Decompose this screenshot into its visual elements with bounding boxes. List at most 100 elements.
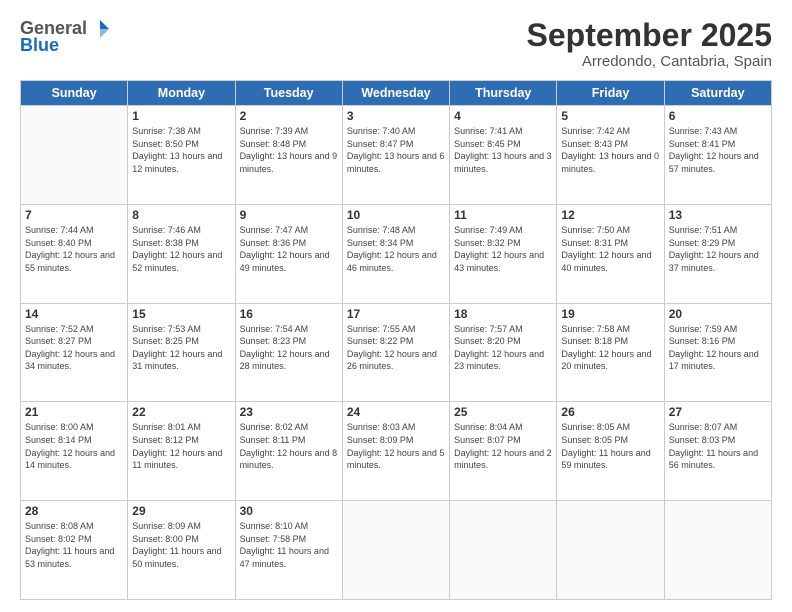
table-row: 8 Sunrise: 7:46 AM Sunset: 8:38 PM Daylight… [128,204,235,303]
day-number: 10 [347,208,445,222]
daylight-text: Daylight: 12 hours and 37 minutes. [669,250,759,273]
day-number: 8 [132,208,230,222]
table-row: 19Sunrise: 7:58 AMSunset: 8:18 PMDayligh… [557,303,664,402]
daylight-text: Daylight: 13 hours and 9 minutes. [240,151,338,174]
sunset-text: Sunset: 8:25 PM [132,336,199,346]
day-number: 30 [240,504,338,518]
day-info: Sunrise: 7:47 AMSunset: 8:36 PMDaylight:… [240,224,338,274]
daylight-text: Daylight: 12 hours and 26 minutes. [347,349,437,372]
table-row: 1Sunrise: 7:38 AMSunset: 8:50 PMDaylight… [128,106,235,205]
calendar-week-row: 28Sunrise: 8:08 AMSunset: 8:02 PMDayligh… [21,501,772,600]
day-number: 22 [132,405,230,419]
day-number: 29 [132,504,230,518]
day-info: Sunrise: 7:40 AMSunset: 8:47 PMDaylight:… [347,125,445,175]
day-number: 24 [347,405,445,419]
sunset-text: Sunset: 8:11 PM [240,435,306,445]
sunset-text: Sunset: 8:41 PM [669,139,736,149]
daylight-text: Daylight: 11 hours and 56 minutes. [669,448,758,471]
sunrise-text: Sunrise: 8:02 AM [240,422,309,432]
calendar-table: Sunday Monday Tuesday Wednesday Thursday… [20,80,772,600]
sunset-text: Sunset: 8:20 PM [454,336,521,346]
daylight-text: Daylight: 12 hours and 46 minutes. [347,250,437,273]
daylight-text: Daylight: 12 hours and 55 minutes. [25,250,115,273]
sunset-text: Sunset: 8:31 PM [561,238,628,248]
day-info: Sunrise: 8:03 AMSunset: 8:09 PMDaylight:… [347,421,445,471]
sunrise-text: Sunrise: 8:05 AM [561,422,630,432]
sunset-text: Sunset: 8:14 PM [25,435,92,445]
weekday-header-row: Sunday Monday Tuesday Wednesday Thursday… [21,81,772,106]
sunrise-text: Sunrise: 7:47 AM [240,225,309,235]
day-info: Sunrise: 8:07 AMSunset: 8:03 PMDaylight:… [669,421,767,471]
calendar-week-row: 7Sunrise: 7:44 AMSunset: 8:40 PMDaylight… [21,204,772,303]
daylight-text: Daylight: 12 hours and 31 minutes. [132,349,222,372]
sunrise-text: Sunrise: 7:42 AM [561,126,630,136]
day-info: Sunrise: 7:51 AMSunset: 8:29 PMDaylight:… [669,224,767,274]
sunrise-text: Sunrise: 7:52 AM [25,324,94,334]
sunset-text: Sunset: 8:16 PM [669,336,736,346]
day-number: 4 [454,109,552,123]
sunrise-text: Sunrise: 8:03 AM [347,422,416,432]
table-row: 22Sunrise: 8:01 AMSunset: 8:12 PMDayligh… [128,402,235,501]
table-row: 17Sunrise: 7:55 AMSunset: 8:22 PMDayligh… [342,303,449,402]
day-info: Sunrise: 7:48 AMSunset: 8:34 PMDaylight:… [347,224,445,274]
day-info: Sunrise: 7:46 AM Sunset: 8:38 PM Daylight:… [132,224,230,274]
table-row: 13Sunrise: 7:51 AMSunset: 8:29 PMDayligh… [664,204,771,303]
table-row [342,501,449,600]
table-row: 25Sunrise: 8:04 AMSunset: 8:07 PMDayligh… [450,402,557,501]
sunrise-text: Sunrise: 7:46 AM [132,225,201,235]
sunset-text: Sunset: 8:07 PM [454,435,521,445]
table-row: 18Sunrise: 7:57 AMSunset: 8:20 PMDayligh… [450,303,557,402]
table-row: 29Sunrise: 8:09 AMSunset: 8:00 PMDayligh… [128,501,235,600]
daylight-text: Daylight: 12 hours and 40 minutes. [561,250,651,273]
sunset-text: Sunset: 8:22 PM [347,336,414,346]
logo: General Blue [20,18,111,56]
sunrise-text: Sunrise: 7:58 AM [561,324,630,334]
table-row: 3 Sunrise: 7:40 AMSunset: 8:47 PMDaylight… [342,106,449,205]
day-info: Sunrise: 7:39 AMSunset: 8:48 PMDaylight:… [240,125,338,175]
table-row: 5Sunrise: 7:42 AMSunset: 8:43 PMDaylight… [557,106,664,205]
day-number: 17 [347,307,445,321]
table-row: 10 Sunrise: 7:48 AMSunset: 8:34 PMDayligh… [342,204,449,303]
header-wednesday: Wednesday [342,81,449,106]
day-info: Sunrise: 7:59 AMSunset: 8:16 PMDaylight:… [669,323,767,373]
day-info: Sunrise: 7:43 AMSunset: 8:41 PMDaylight:… [669,125,767,175]
day-info: Sunrise: 8:08 AMSunset: 8:02 PMDaylight:… [25,520,123,570]
sunrise-text: Sunrise: 7:57 AM [454,324,523,334]
day-number: 26 [561,405,659,419]
sunset-text: Sunset: 8:00 PM [132,534,199,544]
day-number: 14 [25,307,123,321]
day-info: Sunrise: 7:38 AMSunset: 8:50 PMDaylight:… [132,125,230,175]
sunset-text: Sunset: 8:29 PM [669,238,736,248]
sunset-text: Sunset: 8:38 PM [132,238,199,248]
sunrise-text: Sunrise: 7:49 AM [454,225,523,235]
daylight-text: Daylight: 12 hours and 2 minutes. [454,448,552,471]
table-row: 12Sunrise: 7:50 AMSunset: 8:31 PMDayligh… [557,204,664,303]
sunrise-text: Sunrise: 8:10 AM [240,521,309,531]
sunset-text: Sunset: 8:48 PM [240,139,307,149]
sunrise-text: Sunrise: 8:04 AM [454,422,523,432]
day-info: Sunrise: 7:49 AMSunset: 8:32 PMDaylight:… [454,224,552,274]
day-info: Sunrise: 7:44 AMSunset: 8:40 PMDaylight:… [25,224,123,274]
table-row: 23Sunrise: 8:02 AMSunset: 8:11 PMDayligh… [235,402,342,501]
table-row: 14 Sunrise: 7:52 AMSunset: 8:27 PMDayligh… [21,303,128,402]
table-row: 2Sunrise: 7:39 AMSunset: 8:48 PMDaylight… [235,106,342,205]
sunrise-text: Sunrise: 8:08 AM [25,521,94,531]
table-row: 21Sunrise: 8:00 AMSunset: 8:14 PMDayligh… [21,402,128,501]
day-number: 3 [347,109,445,123]
daylight-text: Daylight: 12 hours and 28 minutes. [240,349,330,372]
daylight-text: Daylight: 12 hours and 8 minutes. [240,448,338,471]
sunset-text: Sunset: 8:34 PM [347,238,414,248]
table-row [21,106,128,205]
daylight-text: Daylight: 12 hours and 52 minutes. [132,250,222,273]
day-info: Sunrise: 8:05 AMSunset: 8:05 PMDaylight:… [561,421,659,471]
day-info: Sunrise: 7:58 AMSunset: 8:18 PMDaylight:… [561,323,659,373]
sunrise-text: Sunrise: 7:50 AM [561,225,630,235]
calendar-week-row: 14 Sunrise: 7:52 AMSunset: 8:27 PMDayligh… [21,303,772,402]
sunrise-text: Sunrise: 7:53 AM [132,324,201,334]
day-info: Sunrise: 7:52 AMSunset: 8:27 PMDaylight:… [25,323,123,373]
sunset-text: Sunset: 8:02 PM [25,534,92,544]
header-monday: Monday [128,81,235,106]
daylight-text: Daylight: 12 hours and 57 minutes. [669,151,759,174]
sunrise-text: Sunrise: 7:44 AM [25,225,94,235]
daylight-text: Daylight: 11 hours and 47 minutes. [240,546,329,569]
